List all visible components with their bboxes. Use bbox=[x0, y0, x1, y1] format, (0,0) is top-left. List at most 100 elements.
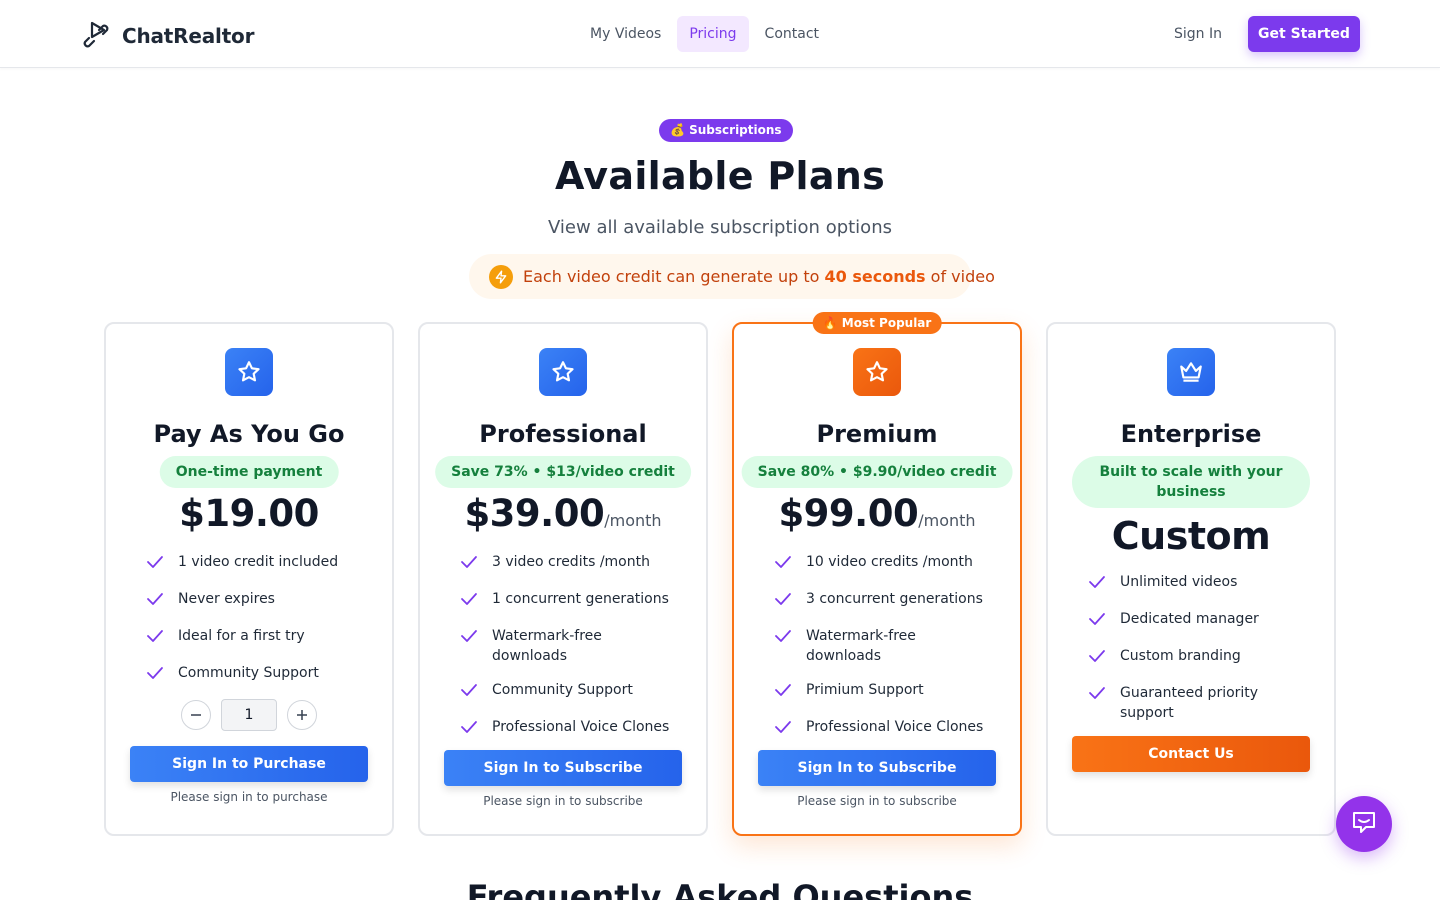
feature-text: Primium Support bbox=[806, 682, 924, 698]
feature-text: Dedicated manager bbox=[1120, 611, 1259, 627]
check-icon bbox=[1088, 686, 1110, 706]
plan-tag: Save 80% • $9.90/video credit bbox=[741, 456, 1013, 488]
feature-text: 1 video credit included bbox=[178, 554, 339, 570]
check-icon bbox=[1088, 575, 1110, 595]
price-amount: $19.00 bbox=[179, 492, 319, 535]
feature-item: Dedicated manager bbox=[1088, 609, 1304, 632]
feature-item: Watermark-free downloads bbox=[460, 626, 676, 666]
get-started-button[interactable]: Get Started bbox=[1248, 16, 1360, 52]
feature-item: Ideal for a first try bbox=[146, 626, 362, 649]
feature-text: 3 concurrent generations bbox=[806, 591, 983, 607]
nav-pricing[interactable]: Pricing bbox=[677, 16, 749, 52]
check-icon bbox=[1088, 612, 1110, 632]
plan-card-pay-as-you-go: Pay As You Go One-time payment $19.00 1 … bbox=[104, 322, 394, 836]
feature-text: Unlimited videos bbox=[1120, 574, 1238, 590]
price-amount: Custom bbox=[1111, 514, 1271, 558]
sign-in-to-purchase-button[interactable]: Sign In to Purchase bbox=[130, 746, 368, 782]
contact-us-button[interactable]: Contact Us bbox=[1072, 736, 1310, 772]
page-title: Available Plans bbox=[554, 154, 886, 198]
feature-item: 1 concurrent generations bbox=[460, 589, 676, 612]
plan-price: $39.00/month bbox=[420, 492, 706, 535]
check-icon bbox=[460, 629, 482, 649]
feature-text: Guaranteed priority support bbox=[1120, 685, 1259, 721]
feature-list: 3 video credits /month 1 concurrent gene… bbox=[460, 552, 676, 754]
price-amount: $39.00 bbox=[464, 492, 605, 535]
quantity-stepper bbox=[181, 699, 317, 731]
main-nav: My Videos Pricing Contact bbox=[578, 16, 831, 52]
faq-title: Frequently Asked Questions bbox=[466, 878, 974, 900]
price-amount: $99.00 bbox=[778, 492, 919, 535]
nav-my-videos[interactable]: My Videos bbox=[578, 16, 673, 52]
check-icon bbox=[1088, 649, 1110, 669]
feature-item: Never expires bbox=[146, 589, 362, 612]
crown-icon bbox=[1167, 348, 1215, 396]
star-icon bbox=[225, 348, 273, 396]
check-icon bbox=[460, 720, 482, 740]
feature-text: Watermark-free downloads bbox=[806, 628, 916, 664]
page-subtitle: View all available subscription options bbox=[548, 217, 892, 238]
plan-card-professional: Professional Save 73% • $13/video credit… bbox=[418, 322, 708, 836]
plan-name: Premium bbox=[816, 420, 938, 448]
feature-item: Watermark-free downloads bbox=[774, 626, 990, 666]
star-icon bbox=[539, 348, 587, 396]
play-link-icon bbox=[80, 18, 112, 54]
nav-contact[interactable]: Contact bbox=[753, 16, 831, 52]
plan-name: Enterprise bbox=[1120, 420, 1262, 448]
lightning-icon bbox=[489, 264, 513, 289]
check-icon bbox=[774, 555, 796, 575]
feature-item: Community Support bbox=[460, 680, 676, 703]
feature-text: 1 concurrent generations bbox=[492, 591, 669, 607]
plan-name: Professional bbox=[479, 420, 647, 448]
feature-list: 10 video credits /month 3 concurrent gen… bbox=[774, 552, 990, 754]
price-period: /month bbox=[918, 511, 976, 530]
check-icon bbox=[146, 629, 168, 649]
decrease-quantity-button[interactable] bbox=[181, 700, 211, 730]
plan-tag: Save 73% • $13/video credit bbox=[435, 456, 691, 488]
feature-list: 1 video credit included Never expires Id… bbox=[146, 552, 362, 700]
sign-in-note: Please sign in to subscribe bbox=[483, 794, 643, 808]
feature-item: Professional Voice Clones bbox=[460, 717, 676, 740]
feature-text: Never expires bbox=[178, 591, 275, 607]
check-icon bbox=[146, 555, 168, 575]
feature-text: Professional Voice Clones bbox=[492, 719, 670, 735]
increase-quantity-button[interactable] bbox=[287, 700, 317, 730]
most-popular-badge: 🔥 Most Popular bbox=[812, 312, 942, 334]
feature-item: Community Support bbox=[146, 663, 362, 686]
check-icon bbox=[774, 683, 796, 703]
check-icon bbox=[774, 629, 796, 649]
feature-item: 1 video credit included bbox=[146, 552, 362, 575]
plan-name: Pay As You Go bbox=[153, 420, 345, 448]
credit-note-text: Each video credit can generate up to bbox=[523, 267, 820, 286]
feature-text: Community Support bbox=[178, 665, 319, 681]
feature-item: Custom branding bbox=[1088, 646, 1304, 669]
feature-item: 3 video credits /month bbox=[460, 552, 676, 575]
subscriptions-badge: 💰 Subscriptions bbox=[659, 119, 793, 142]
check-icon bbox=[460, 683, 482, 703]
brand-logo[interactable]: ChatRealtor bbox=[80, 18, 254, 54]
feature-item: Unlimited videos bbox=[1088, 572, 1304, 595]
feature-item: Primium Support bbox=[774, 680, 990, 703]
feature-text: Custom branding bbox=[1120, 648, 1241, 664]
credit-note-duration: 40 seconds bbox=[824, 267, 926, 286]
chat-icon bbox=[1349, 807, 1379, 841]
feature-item: Guaranteed priority support bbox=[1088, 683, 1304, 723]
top-navbar: ChatRealtor My Videos Pricing Contact Si… bbox=[0, 0, 1440, 68]
sign-in-note: Please sign in to subscribe bbox=[797, 794, 957, 808]
feature-text: Watermark-free downloads bbox=[492, 628, 602, 664]
feature-text: Professional Voice Clones bbox=[806, 719, 984, 735]
plan-price: $99.00/month bbox=[734, 492, 1020, 535]
feature-text: Ideal for a first try bbox=[178, 628, 305, 644]
sign-in-to-subscribe-button[interactable]: Sign In to Subscribe bbox=[758, 750, 996, 786]
sign-in-link[interactable]: Sign In bbox=[1164, 16, 1232, 52]
feature-text: 10 video credits /month bbox=[806, 554, 973, 570]
check-icon bbox=[774, 720, 796, 740]
feature-item: 3 concurrent generations bbox=[774, 589, 990, 612]
check-icon bbox=[774, 592, 796, 612]
sign-in-to-subscribe-button[interactable]: Sign In to Subscribe bbox=[444, 750, 682, 786]
plan-card-enterprise: Enterprise Built to scale with your busi… bbox=[1046, 322, 1336, 836]
plan-tag: Built to scale with your business bbox=[1072, 456, 1310, 508]
quantity-input[interactable] bbox=[221, 699, 277, 731]
plan-card-premium: 🔥 Most Popular Premium Save 80% • $9.90/… bbox=[732, 312, 1022, 836]
chat-widget-button[interactable] bbox=[1336, 796, 1392, 852]
check-icon bbox=[146, 592, 168, 612]
